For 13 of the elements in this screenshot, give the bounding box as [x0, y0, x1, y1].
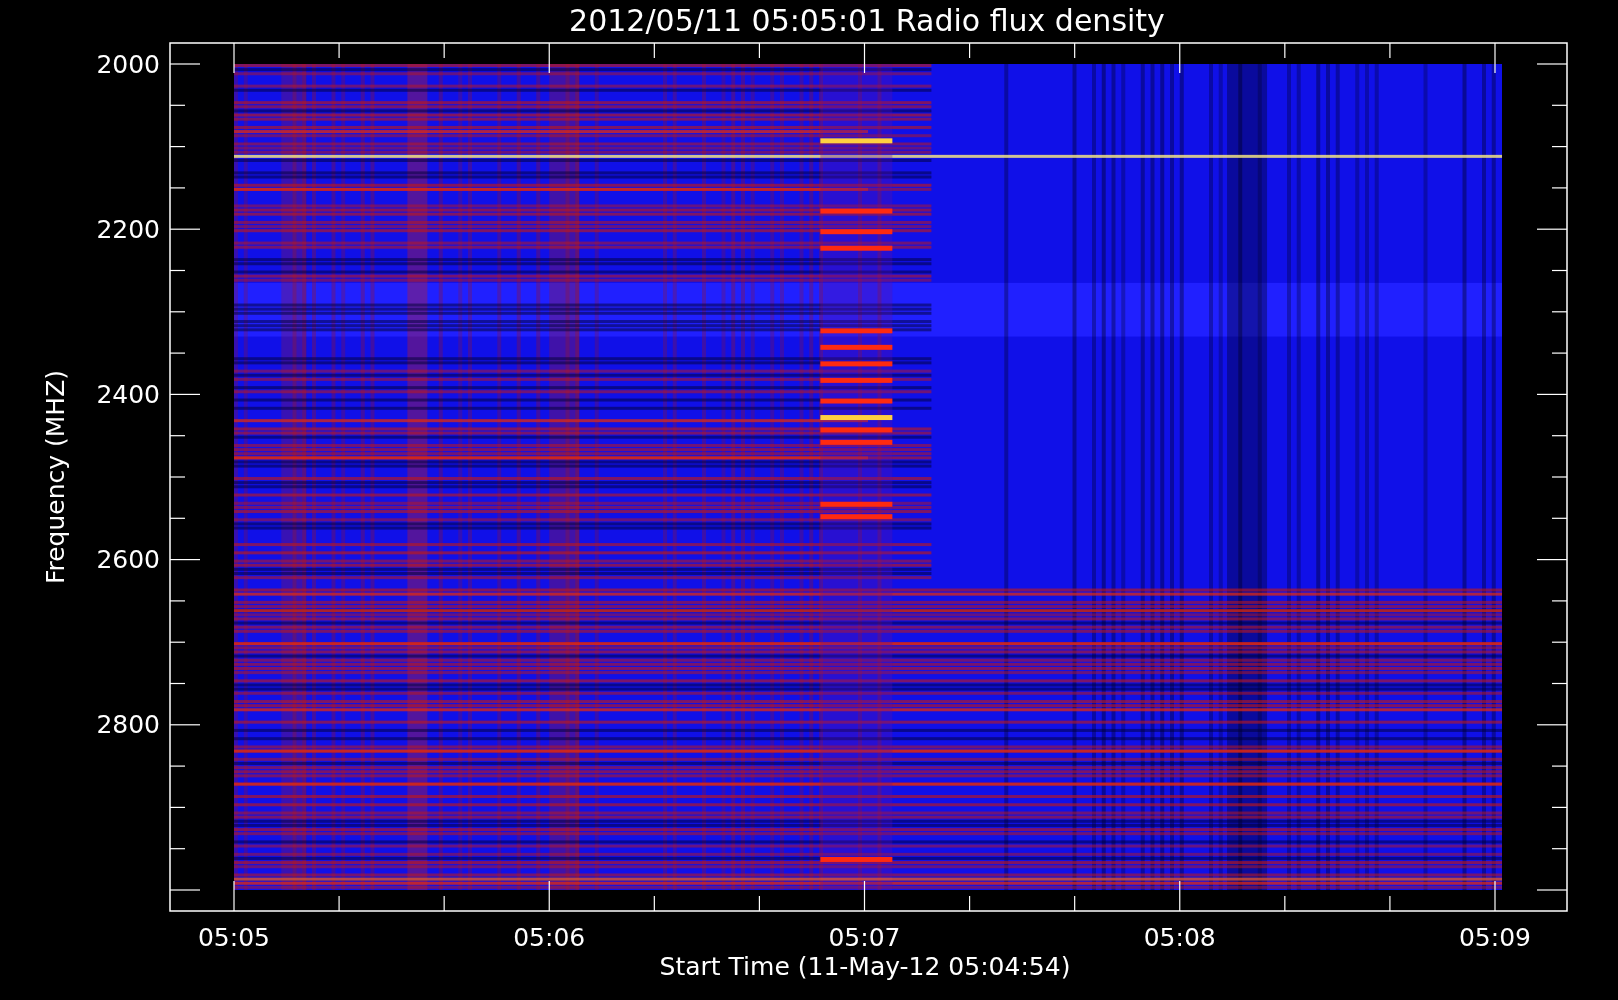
- y-tick-label: 2000: [96, 50, 160, 79]
- y-tick-label: 2600: [96, 545, 160, 574]
- x-axis-label: Start Time (11-May-12 05:04:54): [659, 952, 1071, 981]
- y-tick-label: 2200: [96, 215, 160, 244]
- y-axis-label: Frequency (MHZ): [41, 369, 70, 585]
- x-tick-label: 05:08: [1143, 923, 1216, 952]
- plot-title: 2012/05/11 05:05:01 Radio flux density: [569, 3, 1165, 38]
- x-tick-label: 05:05: [198, 923, 270, 952]
- x-tick-label: 05:07: [828, 923, 901, 952]
- y-tick-label: 2400: [96, 380, 160, 409]
- x-tick-label: 05:09: [1459, 923, 1531, 952]
- y-tick-label: 2800: [96, 710, 160, 739]
- x-tick-label: 05:06: [513, 923, 586, 952]
